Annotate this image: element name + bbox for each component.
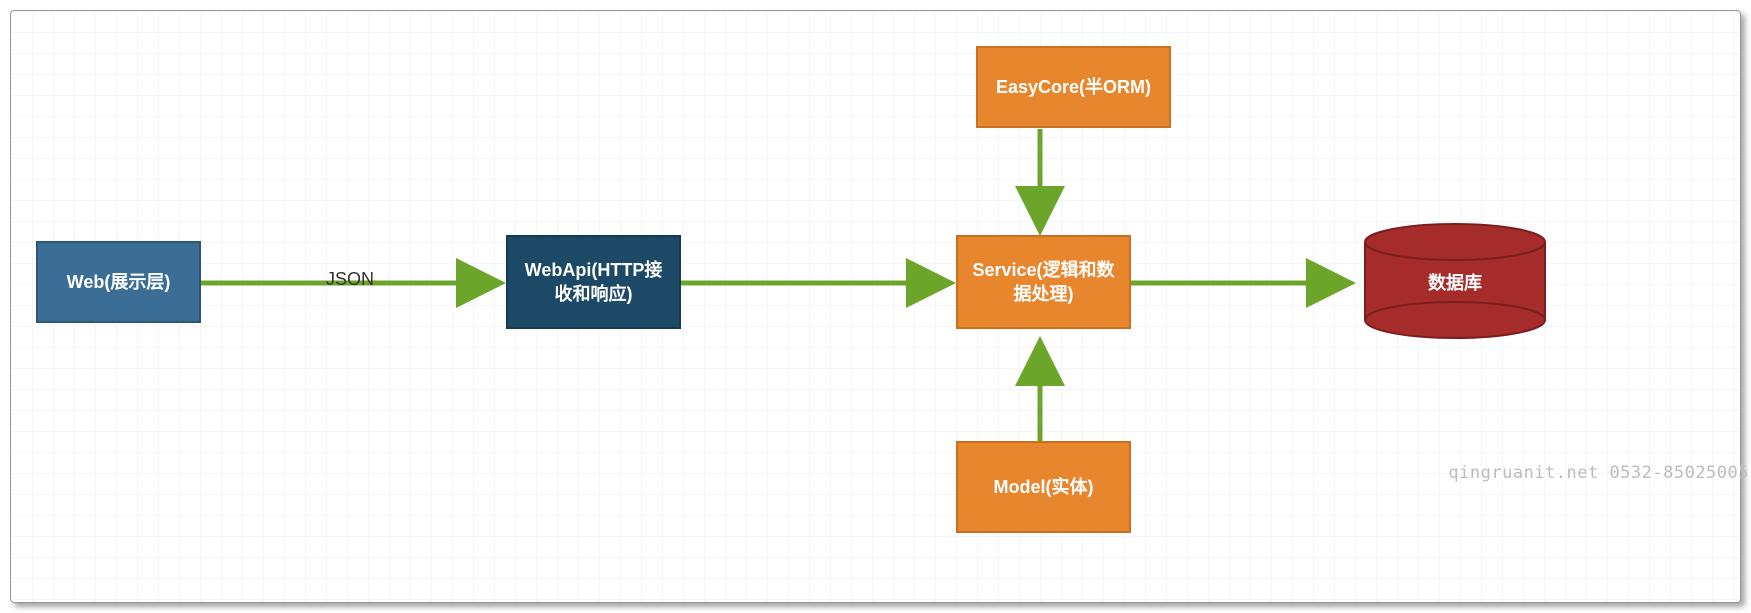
edge-label-json: JSON: [326, 269, 374, 290]
easycore-label: EasyCore(半ORM): [996, 75, 1151, 99]
model-label: Model(实体): [994, 475, 1094, 499]
node-webapi: WebApi(HTTP接收和响应): [506, 235, 681, 329]
node-easycore: EasyCore(半ORM): [976, 46, 1171, 128]
connections-layer: 数据库: [11, 11, 1742, 604]
watermark-text: qingruanit.net 0532-85025005: [1448, 463, 1749, 483]
node-web: Web(展示层): [36, 241, 201, 323]
service-label: Service(逻辑和数据处理): [968, 258, 1119, 307]
node-database: 数据库: [1365, 224, 1545, 338]
diagram-canvas: 数据库 Web(展示层) WebApi(HTTP接收和响应) Service(逻…: [10, 10, 1741, 603]
web-label: Web(展示层): [67, 270, 171, 294]
database-label: 数据库: [1428, 272, 1482, 293]
webapi-label: WebApi(HTTP接收和响应): [518, 258, 669, 307]
node-model: Model(实体): [956, 441, 1131, 533]
node-service: Service(逻辑和数据处理): [956, 235, 1131, 329]
